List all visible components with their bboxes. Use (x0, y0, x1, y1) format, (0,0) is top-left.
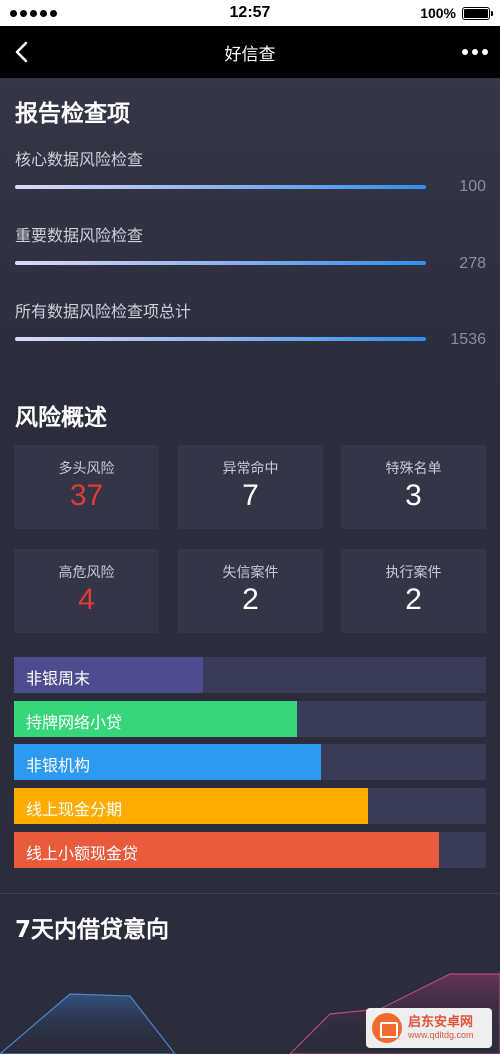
category-bar-installment[interactable]: 线上现金分期 (14, 788, 486, 824)
category-bar-label: 线上现金分期 (26, 800, 123, 819)
risk-tile-value: 37 (69, 479, 104, 512)
risk-overview-section: 风险概述 多头风险 37 异常命中 7 特殊名单 3 高危风险 4 失信案件 2… (0, 382, 500, 894)
risk-tile-enforcement[interactable]: 执行案件 2 (341, 549, 486, 633)
watermark-url: www.qdltdg.com (408, 1030, 474, 1040)
category-bar-micro-loan[interactable]: 线上小额现金贷 (14, 832, 486, 868)
report-section-title: 报告检查项 (15, 101, 130, 127)
watermark: 启东安卓网 www.qdltdg.com (366, 1008, 492, 1048)
check-item-label-core: 核心数据风险检查 (15, 150, 144, 169)
category-bar-label: 持牌网络小贷 (26, 713, 123, 732)
risk-tile-value: 7 (242, 479, 259, 512)
risk-tile-label: 执行案件 (385, 565, 442, 581)
intent-section-title: 7天内借贷意向 (15, 917, 170, 943)
chevron-left-icon (15, 41, 28, 63)
risk-tile-value: 2 (242, 583, 259, 616)
category-bar-weekend[interactable]: 非银周末 (14, 657, 486, 693)
category-bar-label: 非银机构 (26, 756, 91, 775)
category-bar-label: 线上小额现金贷 (26, 844, 139, 863)
navigation-bar: 好信查 (0, 26, 500, 78)
risk-tile-value: 2 (405, 583, 422, 616)
battery-percent: 100% (420, 5, 456, 21)
watermark-logo-icon (372, 1013, 402, 1043)
risk-tile-special-list[interactable]: 特殊名单 3 (341, 445, 486, 529)
battery-icon (462, 6, 493, 20)
more-button[interactable] (462, 40, 488, 64)
risk-section-title: 风险概述 (15, 405, 107, 431)
loan-intent-section: 7天内借贷意向 启东安卓网 www.qdltdg.com (0, 894, 500, 1054)
risk-tile-label: 异常命中 (222, 461, 279, 477)
risk-tile-dishonest[interactable]: 失信案件 2 (178, 549, 323, 633)
page-title: 好信查 (224, 44, 276, 65)
risk-tile-label: 特殊名单 (385, 461, 442, 477)
risk-tile-abnormal[interactable]: 异常命中 7 (178, 445, 323, 529)
more-dots-icon (462, 49, 468, 55)
check-item-bar-important (15, 261, 426, 265)
check-item-value-total: 1536 (450, 331, 486, 348)
status-bar: 12:57 100% (0, 0, 500, 26)
watermark-name: 启东安卓网 (408, 1015, 474, 1030)
risk-tile-multi[interactable]: 多头风险 37 (14, 445, 159, 529)
signal-strength-icon (10, 9, 57, 17)
check-item-value-important: 278 (459, 255, 486, 272)
back-button[interactable] (10, 38, 38, 66)
category-bar-licensed-loan[interactable]: 持牌网络小贷 (14, 701, 486, 737)
battery-status: 100% (420, 5, 493, 21)
risk-tile-high[interactable]: 高危风险 4 (14, 549, 159, 633)
check-item-bar-total (15, 337, 426, 341)
check-item-label-important: 重要数据风险检查 (15, 226, 144, 245)
report-check-section: 报告检查项 核心数据风险检查 100 重要数据风险检查 278 所有数据风险检查… (0, 78, 500, 382)
check-item-bar-core (15, 185, 426, 189)
category-bar-label: 非银周末 (26, 669, 91, 688)
risk-tile-label: 高危风险 (58, 565, 115, 581)
risk-tile-value: 3 (405, 479, 422, 512)
risk-tile-label: 多头风险 (58, 461, 115, 477)
risk-tile-label: 失信案件 (222, 565, 279, 581)
check-item-value-core: 100 (459, 178, 486, 195)
risk-tile-value: 4 (78, 583, 95, 616)
category-bar-non-bank[interactable]: 非银机构 (14, 744, 486, 780)
check-item-label-total: 所有数据风险检查项总计 (15, 302, 192, 321)
